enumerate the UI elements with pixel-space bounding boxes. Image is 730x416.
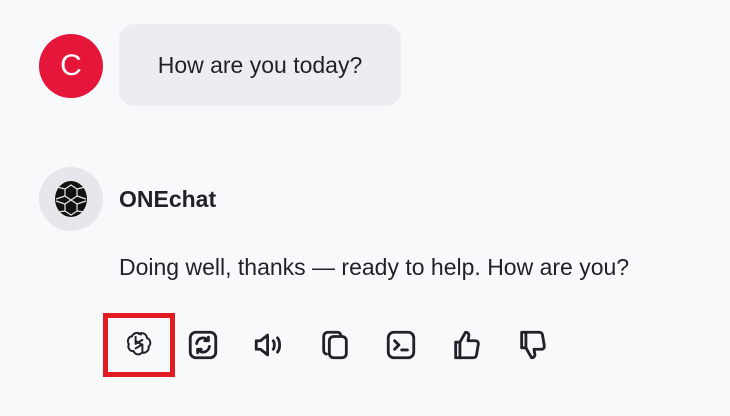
- terminal-icon: [386, 330, 416, 360]
- thumbs-up-icon: [454, 330, 480, 360]
- user-avatar: C: [39, 34, 103, 98]
- model-button[interactable]: [103, 313, 175, 377]
- user-message-bubble: How are you today?: [119, 24, 401, 106]
- copy-button[interactable]: [302, 313, 368, 377]
- copy-icon: [322, 330, 348, 360]
- user-message-text: How are you today?: [157, 51, 363, 78]
- read-aloud-icon: [254, 333, 282, 357]
- regenerate-icon: [188, 330, 218, 360]
- bot-name: ONEchat: [119, 186, 217, 212]
- thumbs-up-button[interactable]: [434, 313, 500, 377]
- regenerate-button[interactable]: [170, 313, 236, 377]
- thumbs-down-button[interactable]: [500, 313, 566, 377]
- bot-message-text: Doing well, thanks — ready to help. How …: [119, 254, 630, 280]
- thumbs-down-icon: [520, 330, 546, 360]
- user-avatar-letter: C: [60, 49, 82, 82]
- bot-avatar: [39, 167, 103, 231]
- message-action-toolbar: [103, 313, 566, 377]
- model-icon: [126, 331, 152, 356]
- turtle-shell-logo-icon: [55, 181, 87, 217]
- read-aloud-button[interactable]: [236, 313, 302, 377]
- terminal-button[interactable]: [368, 313, 434, 377]
